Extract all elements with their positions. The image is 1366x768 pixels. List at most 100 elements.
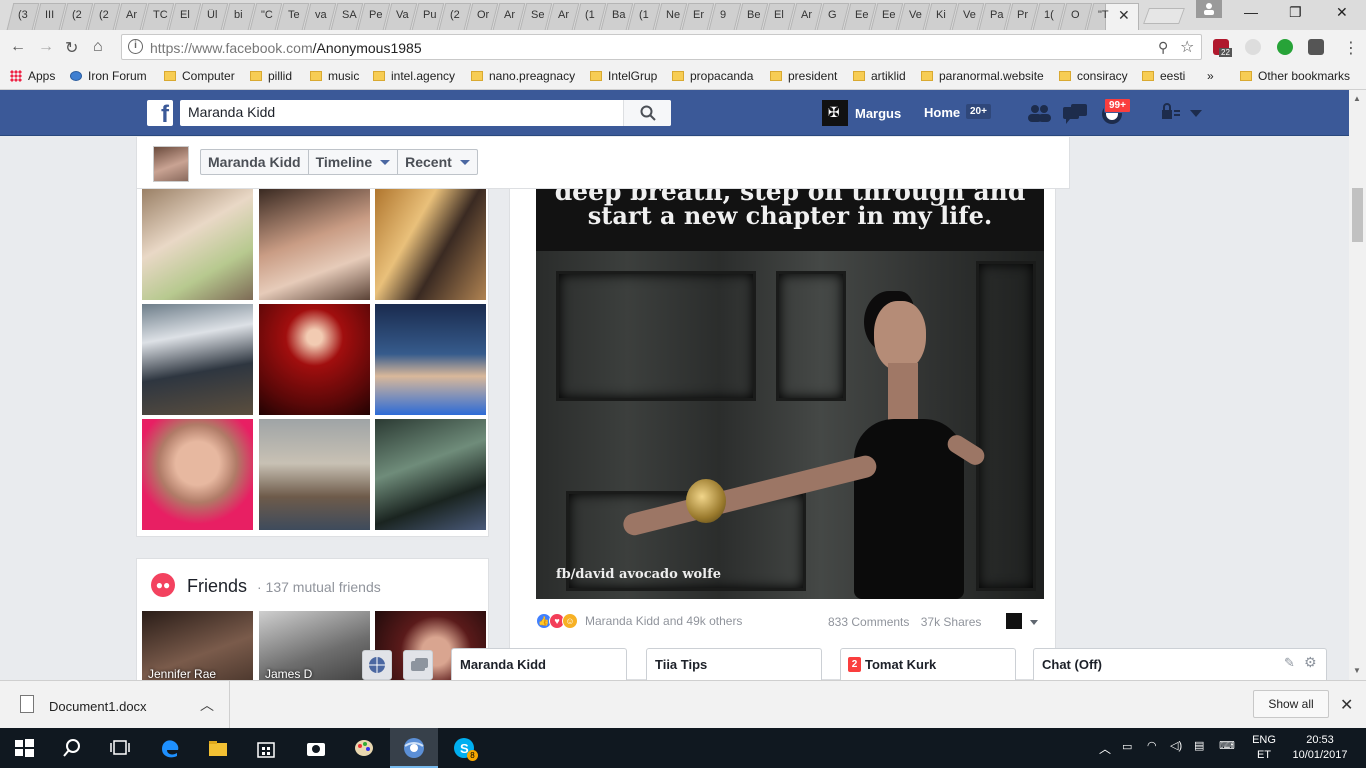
photo-thumbnail[interactable] — [142, 304, 253, 415]
chat-globe-button[interactable] — [362, 650, 392, 680]
home-link[interactable]: Home — [924, 105, 960, 120]
mutual-friends-count[interactable]: · 137 mutual friends — [257, 579, 381, 595]
store-icon[interactable] — [254, 736, 278, 760]
post-image[interactable]: deep breath, step on through and start a… — [536, 189, 1044, 599]
post-as-avatar[interactable] — [1006, 613, 1022, 629]
bookmark-item[interactable]: paranormal.website — [921, 69, 1044, 83]
forward-icon[interactable]: → — [38, 38, 54, 56]
bookmark-item[interactable]: Iron Forum — [70, 69, 147, 83]
url-text[interactable]: https://www.facebook.com/Anonymous1985 — [150, 40, 422, 56]
photo-thumbnail[interactable] — [375, 419, 486, 530]
extension-icon-green[interactable] — [1277, 39, 1293, 55]
shares-count[interactable]: 37k Shares — [921, 615, 982, 629]
scroll-thumb[interactable] — [1352, 188, 1363, 242]
bookmark-item[interactable]: president — [770, 69, 837, 83]
chat-sidebar-tab[interactable]: Chat (Off) ✎ ⚙ — [1033, 648, 1327, 680]
address-bar[interactable]: i https://www.facebook.com/Anonymous1985… — [121, 34, 1202, 60]
keyboard-layout[interactable]: ET — [1252, 749, 1276, 761]
profile-icon[interactable] — [1196, 0, 1222, 18]
bookmark-item[interactable]: Computer — [164, 69, 235, 83]
battery-icon[interactable]: ▭ — [1122, 740, 1132, 753]
bookmarks-overflow-button[interactable]: » — [1207, 69, 1214, 83]
restore-icon[interactable]: ❐ — [1289, 4, 1302, 21]
chrome-icon[interactable] — [402, 736, 426, 760]
bookmark-item[interactable]: consiracy — [1059, 69, 1128, 83]
reload-icon[interactable]: ↻ — [65, 38, 78, 58]
scroll-down-icon[interactable]: ▼ — [1353, 666, 1361, 675]
home-icon[interactable]: ⌂ — [93, 38, 103, 56]
recent-dropdown[interactable]: Recent — [398, 150, 477, 174]
photo-thumbnail[interactable] — [259, 419, 370, 530]
photo-thumbnail[interactable] — [375, 304, 486, 415]
comments-count[interactable]: 833 Comments — [828, 615, 909, 629]
bookmark-item[interactable]: Apps — [10, 69, 55, 83]
other-bookmarks[interactable]: Other bookmarks — [1240, 69, 1350, 83]
download-item[interactable]: Document1.docx ︿ — [0, 681, 230, 729]
photo-thumbnail[interactable] — [142, 419, 253, 530]
zoom-icon[interactable]: ⚲ — [1158, 39, 1168, 56]
chat-tab-tiia-tips[interactable]: Tiia Tips — [646, 648, 822, 680]
bookmark-item[interactable]: music — [310, 69, 359, 83]
friend-requests-icon[interactable] — [1026, 103, 1052, 126]
chat-tab-maranda-kidd[interactable]: Maranda Kidd — [451, 648, 627, 680]
timeline-dropdown[interactable]: Timeline — [309, 150, 399, 174]
bookmark-star-icon[interactable]: ☆ — [1180, 37, 1194, 57]
keyboard-icon[interactable]: ⌨ — [1219, 739, 1235, 752]
friends-title[interactable]: Friends — [187, 576, 247, 597]
profile-picture[interactable] — [153, 146, 189, 182]
facebook-logo[interactable]: f — [147, 100, 173, 126]
profile-link[interactable]: Margus — [822, 100, 901, 126]
paint-app-icon[interactable] — [352, 736, 376, 760]
bookmark-item[interactable]: nano.preagnacy — [471, 69, 575, 83]
gear-icon[interactable]: ⚙ — [1304, 654, 1317, 671]
chat-messages-button[interactable] — [403, 650, 433, 680]
minimize-icon[interactable]: — — [1244, 4, 1258, 20]
bookmark-item[interactable]: intel.agency — [373, 69, 455, 83]
show-all-button[interactable]: Show all — [1253, 690, 1329, 718]
photo-thumbnail[interactable] — [259, 189, 370, 300]
reactions-summary[interactable]: 👍 ♥ ☺ Maranda Kidd and 49k others — [536, 613, 742, 629]
bookmark-item[interactable]: artiklid — [853, 69, 906, 83]
extension-icon-dark[interactable] — [1308, 39, 1324, 55]
search-input[interactable] — [188, 100, 618, 124]
photo-thumbnail[interactable] — [259, 304, 370, 415]
chat-tab-tomat-kurk[interactable]: 2 Tomat Kurk — [840, 648, 1016, 680]
photo-thumbnail[interactable] — [142, 189, 253, 300]
menu-icon[interactable]: ⋮ — [1343, 38, 1359, 58]
bookmark-item[interactable]: eesti — [1142, 69, 1185, 83]
new-message-icon[interactable]: ✎ — [1284, 655, 1295, 671]
notification-center-icon[interactable]: ▤ — [1194, 739, 1204, 752]
tray-overflow-icon[interactable]: ︿ — [1099, 740, 1111, 757]
edge-browser-icon[interactable] — [158, 736, 182, 760]
clock-time[interactable]: 20:53 — [1288, 734, 1352, 746]
profile-name-link[interactable]: Maranda Kidd — [201, 150, 309, 174]
privacy-shortcuts-icon[interactable] — [1160, 103, 1182, 124]
chevron-down-icon[interactable] — [1030, 620, 1038, 625]
site-info-icon[interactable]: i — [128, 39, 143, 54]
chevron-up-icon[interactable]: ︿ — [200, 695, 214, 715]
account-menu-caret-icon[interactable] — [1190, 110, 1202, 117]
window-close-icon[interactable]: ✕ — [1336, 4, 1348, 21]
new-tab-button[interactable] — [1143, 8, 1185, 24]
close-tab-icon[interactable]: ✕ — [1118, 7, 1130, 24]
bookmark-item[interactable]: IntelGrup — [590, 69, 657, 83]
search-icon[interactable] — [60, 736, 84, 760]
scroll-up-icon[interactable]: ▲ — [1353, 94, 1361, 103]
page-scrollbar[interactable]: ▲ ▼ — [1349, 90, 1366, 680]
task-view-icon[interactable] — [108, 736, 132, 760]
photo-thumbnail[interactable] — [375, 189, 486, 300]
close-icon[interactable]: ✕ — [1340, 695, 1353, 715]
volume-icon[interactable]: ◁) — [1170, 739, 1182, 752]
facebook-search[interactable] — [180, 100, 671, 126]
windows-start-icon[interactable] — [12, 736, 36, 760]
messages-icon[interactable] — [1062, 103, 1088, 128]
search-button[interactable] — [623, 100, 671, 126]
wifi-icon[interactable]: ◠ — [1147, 739, 1157, 752]
clock-date[interactable]: 10/01/2017 — [1288, 749, 1352, 761]
bookmark-item[interactable]: pillid — [250, 69, 292, 83]
bookmark-item[interactable]: propacanda — [672, 69, 753, 83]
input-language[interactable]: ENG — [1252, 734, 1276, 746]
camera-app-icon[interactable] — [304, 736, 328, 760]
extension-icon-gray[interactable] — [1245, 39, 1261, 55]
file-explorer-icon[interactable] — [206, 736, 230, 760]
